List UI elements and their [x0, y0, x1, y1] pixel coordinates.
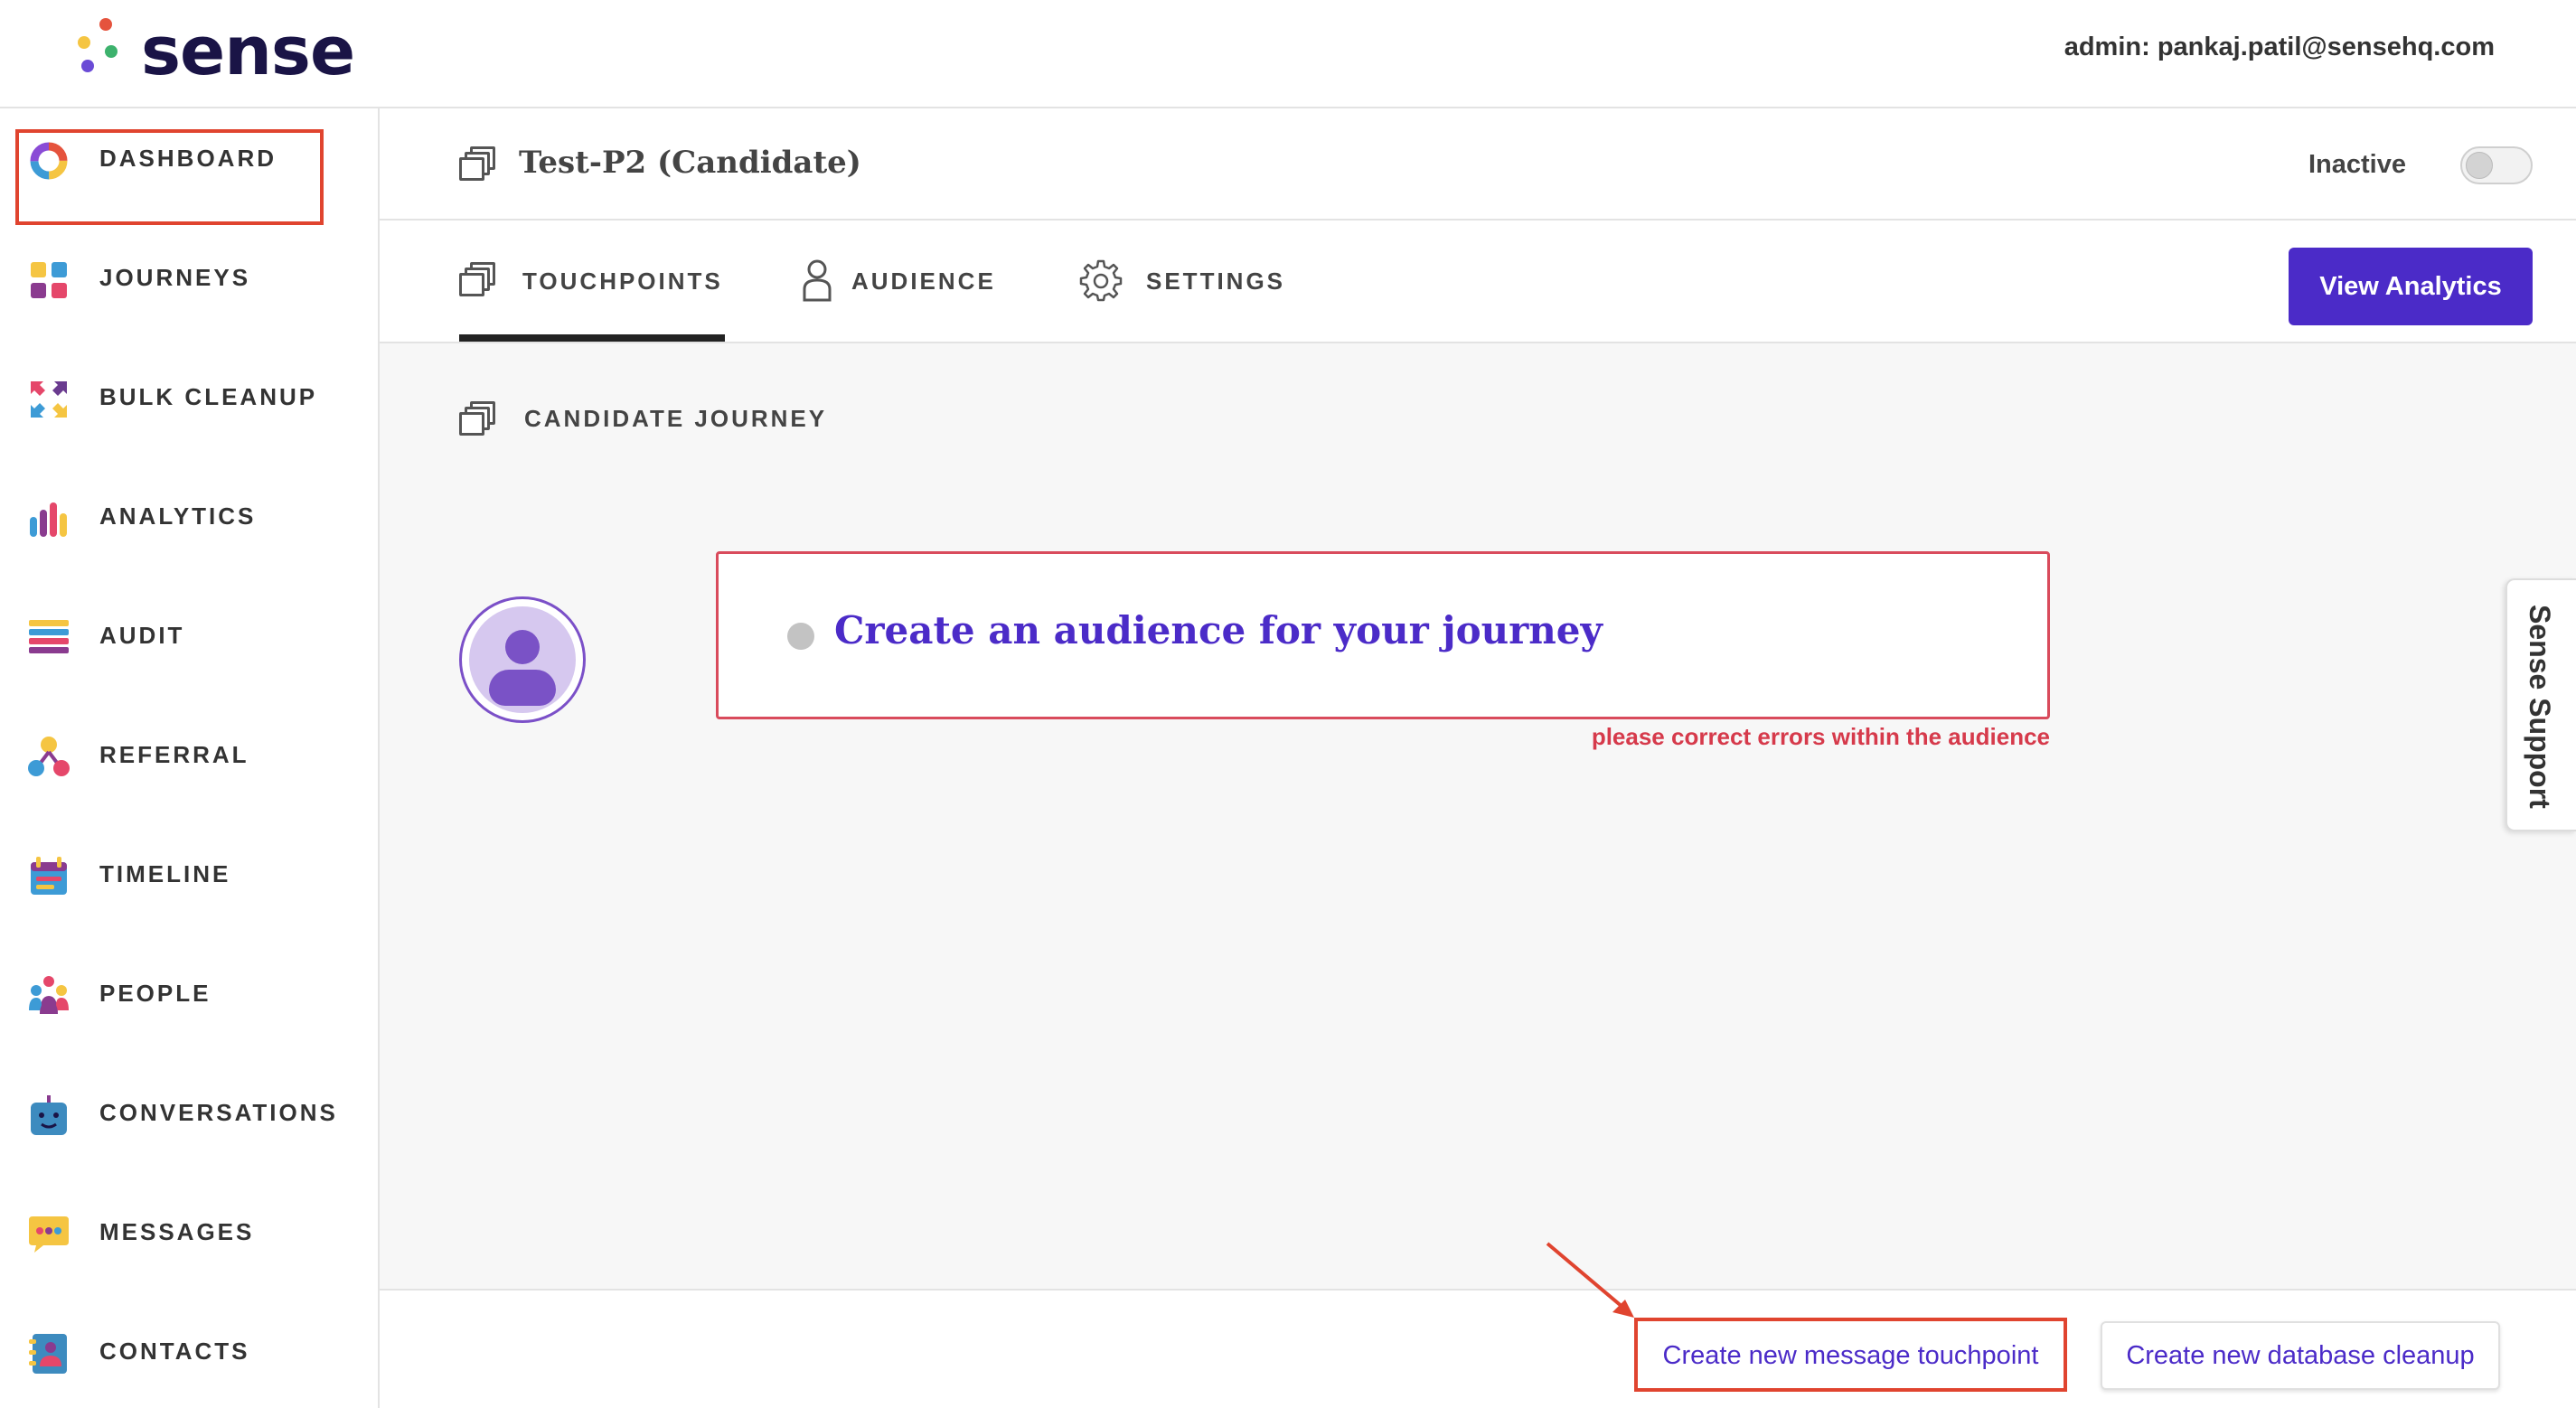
logo-dot-green	[105, 45, 118, 58]
audience-person-icon	[803, 259, 832, 302]
audience-card[interactable]: Create an audience for your journey	[716, 551, 2050, 719]
sidebar-item-label: ANALYTICS	[99, 502, 257, 530]
toggle-knob	[2466, 152, 2493, 179]
journey-status-label: Inactive	[2308, 150, 2406, 179]
people-group-icon	[29, 976, 69, 1014]
journeys-highlight-box	[15, 129, 324, 225]
view-analytics-button[interactable]: View Analytics	[2289, 248, 2533, 325]
sidebar-item-label: AUDIT	[99, 622, 185, 649]
tab-touchpoints-label: TOUCHPOINTS	[522, 268, 723, 295]
conversations-bot-icon	[31, 1095, 67, 1135]
sidebar-item-contacts[interactable]: CONTACTS	[0, 1301, 380, 1401]
sidebar-item-label: REFERRAL	[99, 741, 249, 768]
avatar-body	[489, 670, 556, 706]
sense-support-label: Sense Support	[2524, 605, 2556, 809]
create-touchpoint-highlight-box	[1634, 1318, 2067, 1392]
sidebar-nav: DASHBOARD JOURNEYS BULK CLEANUP ANALYTIC…	[0, 108, 380, 1408]
sidebar-item-journeys[interactable]: JOURNEYS	[0, 228, 380, 327]
top-header: sense admin: pankaj.patil@sensehq.com	[0, 0, 2576, 108]
journey-tabs: TOUCHPOINTS AUDIENCE SETTINGS View Analy…	[380, 221, 2576, 343]
settings-gear-icon	[1079, 259, 1123, 302]
create-database-cleanup-button[interactable]: Create new database cleanup	[2101, 1321, 2500, 1390]
sidebar-item-audit[interactable]: AUDIT	[0, 586, 380, 685]
sidebar-item-conversations[interactable]: CONVERSATIONS	[0, 1063, 380, 1162]
analytics-bars-icon	[30, 502, 67, 537]
referral-network-icon	[28, 737, 70, 776]
tab-settings-label: SETTINGS	[1146, 268, 1286, 295]
logo-dot-red	[99, 18, 112, 31]
sidebar-item-label: JOURNEYS	[99, 264, 251, 291]
bulk-cleanup-arrows-icon	[31, 381, 67, 418]
timeline-calendar-icon	[31, 857, 67, 895]
sidebar-item-label: CONTACTS	[99, 1338, 250, 1365]
journey-active-toggle[interactable]	[2460, 146, 2533, 184]
sense-logo[interactable]: sense	[74, 13, 355, 94]
sidebar-item-people[interactable]: PEOPLE	[0, 943, 380, 1043]
main-content: Test-P2 (Candidate) Inactive TOUCHPOINTS…	[380, 108, 2576, 1408]
avatar-person-icon	[469, 606, 576, 713]
sidebar-item-analytics[interactable]: ANALYTICS	[0, 466, 380, 566]
sense-support-tab[interactable]: Sense Support	[2505, 578, 2576, 831]
journey-stack-icon	[459, 146, 497, 181]
journey-title-bar: Test-P2 (Candidate) Inactive	[380, 108, 2576, 221]
tab-settings[interactable]: SETTINGS	[1079, 221, 1314, 343]
sidebar-item-bulk-cleanup[interactable]: BULK CLEANUP	[0, 347, 380, 446]
logo-wordmark: sense	[141, 13, 355, 90]
active-tab-indicator	[459, 334, 725, 342]
messages-bubble-icon	[29, 1216, 69, 1253]
tab-touchpoints[interactable]: TOUCHPOINTS	[459, 221, 730, 343]
sidebar-item-label: TIMELINE	[99, 860, 231, 887]
tab-audience[interactable]: AUDIENCE	[801, 221, 1027, 343]
tab-audience-label: AUDIENCE	[851, 268, 996, 295]
journeys-squares-icon	[31, 262, 67, 298]
sidebar-item-label: BULK CLEANUP	[99, 383, 318, 410]
sidebar-item-label: PEOPLE	[99, 980, 212, 1007]
admin-user-label[interactable]: admin: pankaj.patil@sensehq.com	[2064, 33, 2495, 62]
logo-dot-purple	[81, 60, 94, 72]
section-title: CANDIDATE JOURNEY	[524, 405, 828, 432]
audience-error-message: please correct errors within the audienc…	[1591, 723, 2050, 750]
sidebar-item-label: CONVERSATIONS	[99, 1099, 338, 1126]
journey-title: Test-P2 (Candidate)	[519, 145, 861, 181]
status-dot-icon	[787, 623, 814, 650]
audience-avatar	[459, 596, 586, 723]
audience-card-title[interactable]: Create an audience for your journey	[834, 608, 1603, 652]
audit-list-icon	[29, 620, 69, 653]
avatar-head	[505, 630, 540, 664]
candidate-journey-stack-icon	[459, 401, 497, 436]
sidebar-item-referral[interactable]: REFERRAL	[0, 705, 380, 804]
sidebar-item-messages[interactable]: MESSAGES	[0, 1182, 380, 1281]
bottom-action-bar: Create new message touchpoint Create new…	[380, 1289, 2576, 1408]
sidebar-item-timeline[interactable]: TIMELINE	[0, 824, 380, 924]
sidebar-item-label: MESSAGES	[99, 1218, 255, 1245]
annotation-arrow-icon	[1546, 1242, 1634, 1318]
contacts-book-icon	[29, 1334, 67, 1374]
touchpoints-stack-icon	[459, 262, 497, 296]
logo-dot-yellow	[78, 36, 90, 49]
